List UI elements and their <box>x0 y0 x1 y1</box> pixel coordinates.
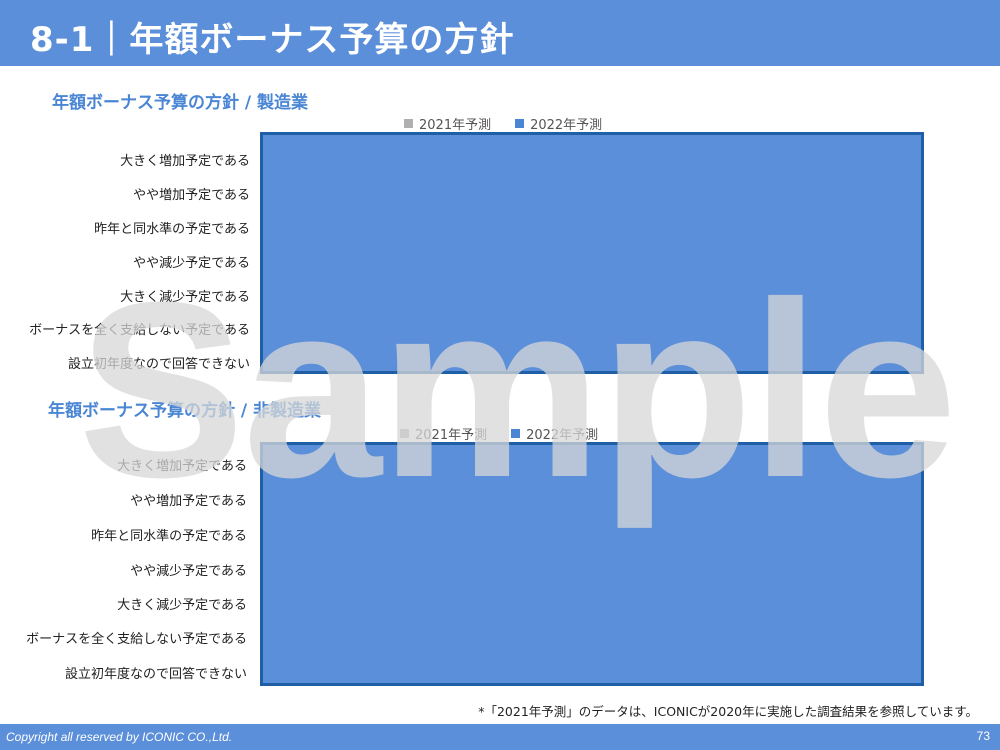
footer-bar: Copyright all reserved by ICONIC CO.,Ltd… <box>0 724 1000 750</box>
chart-1-category-label: 大きく増加予定である <box>120 154 250 169</box>
chart-2-category-label: 大きく減少予定である <box>117 598 247 613</box>
chart-1-legend: 2021年予測 2022年予測 <box>404 114 602 133</box>
legend-label-2021: 2021年予測 <box>419 118 492 133</box>
chart-2-category-label: 大きく増加予定である <box>117 459 247 474</box>
page-number: 73 <box>976 729 990 743</box>
chart-2-category-label: ボーナスを全く支給しない予定である <box>26 632 247 647</box>
chart-1-category-label: ボーナスを全く支給しない予定である <box>29 323 250 338</box>
chart-2-category-label: 昨年と同水準の予定である <box>91 529 247 544</box>
chart-1-title: 年額ボーナス予算の方針 / 製造業 <box>52 93 309 113</box>
chart-1-category-label: 設立初年度なので回答できない <box>67 357 250 372</box>
chart-1-category-label: やや減少予定である <box>133 256 250 271</box>
legend-swatch-2021 <box>404 119 413 128</box>
chart-1-category-label: 昨年と同水準の予定である <box>94 222 250 237</box>
chart-1-category-label: やや増加予定である <box>133 188 250 203</box>
chart-2-category-label: やや増加予定である <box>130 494 247 509</box>
footnote: *「2021年予測」のデータは、ICONICが2020年に実施した調査結果を参照… <box>478 704 978 719</box>
legend-swatch-2021 <box>400 429 409 438</box>
header-bar: 8-1｜年額ボーナス予算の方針 <box>0 0 1000 66</box>
page-title: 8-1｜年額ボーナス予算の方針 <box>30 20 515 60</box>
chart-2-plot-area <box>260 442 924 686</box>
legend-label-2021: 2021年予測 <box>415 428 488 443</box>
chart-2-legend: 2021年予測 2022年予測 <box>400 424 598 443</box>
chart-1-category-label: 大きく減少予定である <box>120 290 250 305</box>
chart-2-category-label: 設立初年度なので回答できない <box>64 667 247 682</box>
legend-swatch-2022 <box>515 119 525 128</box>
chart-1-plot-area <box>260 132 924 374</box>
legend-label-2022: 2022年予測 <box>530 118 603 133</box>
copyright-text: Copyright all reserved by ICONIC CO.,Ltd… <box>6 730 233 744</box>
legend-swatch-2022 <box>511 429 521 438</box>
chart-2-category-label: やや減少予定である <box>130 564 247 579</box>
legend-label-2022: 2022年予測 <box>526 428 599 443</box>
chart-2-title: 年額ボーナス予算の方針 / 非製造業 <box>48 401 322 421</box>
